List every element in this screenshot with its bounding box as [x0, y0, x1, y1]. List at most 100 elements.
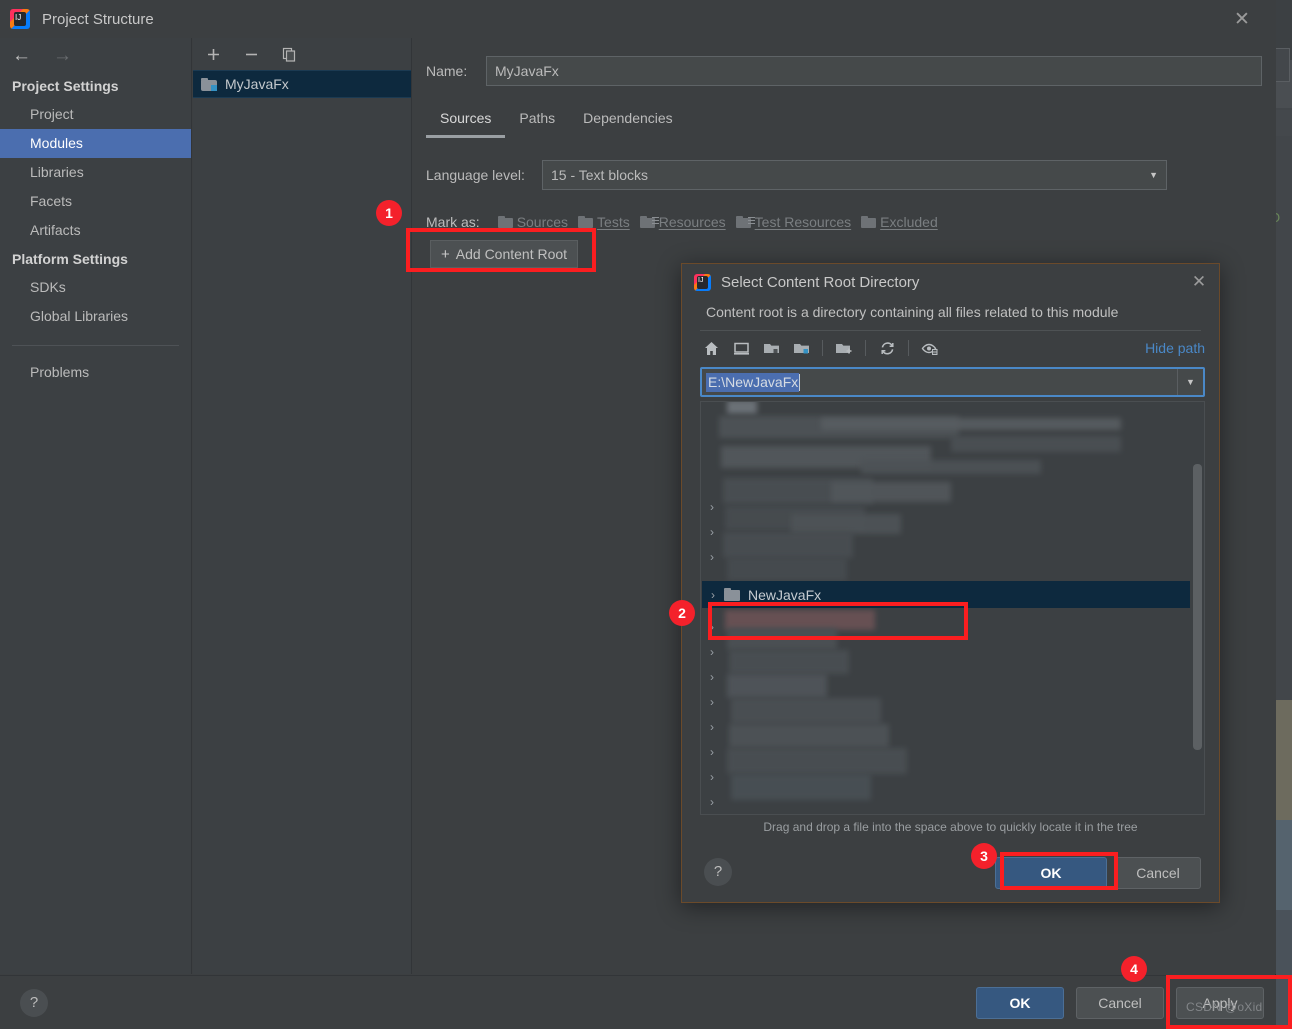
tree-expand-chevron[interactable]: › — [701, 500, 723, 514]
modules-toolbar — [193, 38, 411, 70]
close-icon[interactable]: ✕ — [1230, 8, 1254, 32]
sidebar-item-libraries[interactable]: Libraries — [0, 158, 191, 187]
folder-project-icon[interactable] — [786, 335, 816, 361]
tree-node-newjavafx[interactable]: › NewJavaFx — [702, 581, 1190, 608]
tree-expand-chevron[interactable]: › — [701, 770, 723, 784]
folder-icon — [497, 216, 513, 228]
desktop-icon[interactable] — [726, 335, 756, 361]
module-name-input[interactable] — [486, 56, 1262, 86]
sidebar-nav: ← → — [0, 38, 191, 72]
mark-as-sources[interactable]: Sources — [497, 214, 568, 230]
folder-module-icon[interactable] — [756, 335, 786, 361]
chevron-down-icon: ▼ — [1149, 170, 1158, 180]
tab-dependencies[interactable]: Dependencies — [569, 104, 687, 138]
tab-sources[interactable]: Sources — [426, 104, 506, 138]
tree-expand-chevron[interactable]: › — [701, 670, 723, 684]
show-hidden-files-icon[interactable] — [915, 335, 945, 361]
path-input[interactable]: E:\NewJavaFx ▼ — [700, 367, 1205, 397]
chooser-ok-button[interactable]: OK — [995, 857, 1107, 889]
tree-expand-chevron[interactable]: › — [701, 720, 723, 734]
sidebar-item-problems[interactable]: Problems — [0, 358, 191, 387]
folder-test-lines-icon — [735, 216, 755, 228]
arrow-right-icon[interactable]: → — [53, 46, 72, 65]
question-mark-icon[interactable]: ? — [704, 858, 732, 886]
tree-expand-chevron[interactable]: › — [701, 745, 723, 759]
home-icon[interactable] — [696, 335, 726, 361]
remove-module-button[interactable] — [241, 44, 261, 64]
text-caret — [799, 373, 801, 391]
name-label: Name: — [426, 63, 468, 79]
tree-expand-chevron[interactable]: › — [701, 645, 723, 659]
folder-icon — [724, 588, 740, 601]
sidebar-group-platform-settings: Platform Settings — [12, 251, 128, 267]
language-level-value: 15 - Text blocks — [551, 167, 649, 183]
folder-lines-icon — [639, 216, 659, 228]
path-dropdown-button[interactable]: ▼ — [1177, 369, 1203, 395]
tree-expand-chevron[interactable]: › — [701, 695, 723, 709]
mark-as-test-resources-label: Test Resources — [754, 214, 852, 230]
tree-hint-text: Drag and drop a file into the space abov… — [763, 820, 1138, 834]
mark-as-resources[interactable]: Resources — [639, 214, 726, 230]
mark-as-test-resources[interactable]: Test Resources — [735, 214, 852, 230]
question-mark-icon[interactable]: ? — [20, 989, 48, 1017]
dialog-bottom-bar: ? OK Cancel Apply — [0, 975, 1276, 1029]
new-folder-icon[interactable] — [829, 335, 859, 361]
path-value: E:\NewJavaFx — [706, 372, 800, 392]
chooser-cancel-button[interactable]: Cancel — [1115, 857, 1201, 889]
tree-node-label: NewJavaFx — [748, 586, 822, 603]
chooser-description: Content root is a directory containing a… — [706, 304, 1119, 320]
tab-paths[interactable]: Paths — [505, 104, 569, 138]
refresh-icon[interactable] — [872, 335, 902, 361]
name-row: Name: — [412, 38, 1276, 86]
dialog-titlebar: Project Structure ✕ — [0, 0, 1276, 38]
sidebar-group-project-settings: Project Settings — [12, 78, 119, 94]
chooser-toolbar: Hide path — [682, 331, 1219, 365]
hide-path-link[interactable]: Hide path — [1145, 340, 1205, 356]
module-list-item[interactable]: MyJavaFx — [193, 70, 411, 98]
step-badge-3: 3 — [971, 843, 997, 869]
chooser-bottom-bar: ? OK Cancel — [682, 844, 1219, 902]
settings-sidebar: ← → Project Settings Project Modules Lib… — [0, 38, 192, 974]
cancel-button[interactable]: Cancel — [1076, 987, 1164, 1019]
sidebar-item-global-libraries[interactable]: Global Libraries — [0, 302, 191, 331]
mark-as-label: Mark as: — [426, 214, 480, 230]
folder-icon — [861, 216, 877, 228]
arrow-left-icon[interactable]: ← — [12, 46, 31, 65]
intellij-logo-icon — [694, 273, 711, 291]
folder-icon — [578, 216, 594, 228]
close-icon[interactable]: ✕ — [1189, 272, 1209, 292]
sidebar-item-artifacts[interactable]: Artifacts — [0, 216, 191, 245]
mark-as-row: Mark as: Sources Tests Resources Test Re… — [426, 214, 1276, 230]
module-tabs: Sources Paths Dependencies — [412, 104, 1292, 138]
mark-as-tests[interactable]: Tests — [578, 214, 630, 230]
add-content-root-button[interactable]: + Add Content Root — [430, 240, 579, 268]
tree-expand-chevron[interactable]: › — [702, 588, 724, 602]
sidebar-item-project[interactable]: Project — [0, 100, 191, 129]
sidebar-divider — [12, 345, 179, 346]
sidebar-item-modules[interactable]: Modules — [0, 129, 191, 158]
tree-expand-chevron[interactable]: › — [701, 525, 723, 539]
chooser-actions: OK Cancel — [995, 857, 1201, 889]
language-level-row: Language level: 15 - Text blocks ▼ — [426, 160, 1276, 190]
mark-as-tests-label: Tests — [597, 214, 630, 230]
add-content-root-label: Add Content Root — [455, 246, 568, 262]
tree-expand-chevron[interactable]: › — [701, 620, 723, 634]
mark-as-excluded[interactable]: Excluded — [861, 214, 938, 230]
module-folder-icon — [201, 77, 217, 91]
chooser-titlebar: Select Content Root Directory ✕ — [682, 264, 1219, 300]
mark-as-excluded-label: Excluded — [880, 214, 938, 230]
tree-expand-chevron[interactable]: › — [701, 550, 723, 564]
directory-tree[interactable]: › › › › NewJavaFx › › › › › › › › — [700, 401, 1205, 815]
modules-list-panel: MyJavaFx — [193, 38, 412, 974]
add-module-button[interactable] — [203, 44, 223, 64]
ok-button[interactable]: OK — [976, 987, 1064, 1019]
step-badge-1: 1 — [376, 200, 402, 226]
watermark: CSDN @oXid — [1186, 1000, 1263, 1014]
language-level-select[interactable]: 15 - Text blocks ▼ — [542, 160, 1167, 190]
step-badge-4: 4 — [1121, 956, 1147, 982]
sidebar-item-sdks[interactable]: SDKs — [0, 273, 191, 302]
copy-icon[interactable] — [279, 44, 299, 64]
tree-scrollbar-thumb[interactable] — [1193, 464, 1202, 750]
tree-expand-chevron[interactable]: › — [701, 795, 723, 809]
sidebar-item-facets[interactable]: Facets — [0, 187, 191, 216]
